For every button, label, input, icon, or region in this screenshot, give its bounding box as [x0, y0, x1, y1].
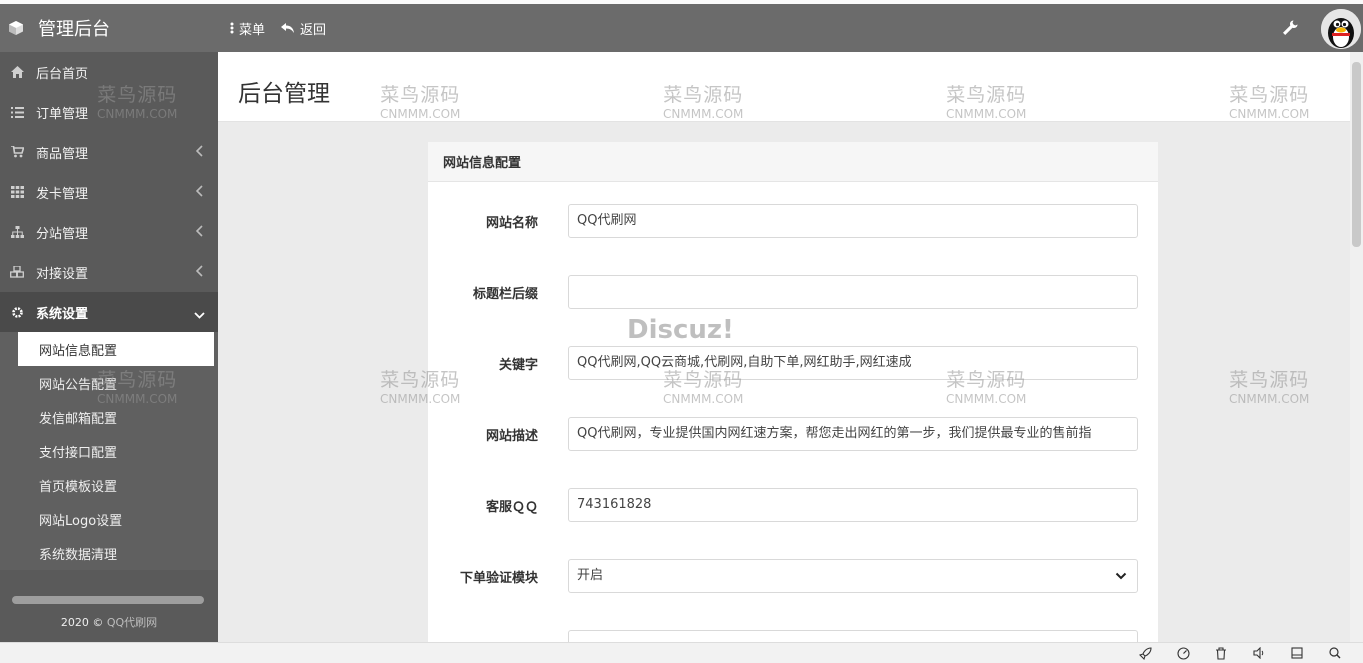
speaker-icon[interactable]	[1252, 646, 1266, 661]
wrench-icon[interactable]	[1281, 19, 1299, 37]
chevron-left-icon	[195, 185, 204, 199]
subitem-site-info[interactable]: 网站信息配置	[18, 332, 214, 366]
sidebar-item-orders[interactable]: 订单管理	[0, 92, 218, 132]
chevron-down-icon	[1115, 572, 1127, 580]
penguin-avatar-icon	[1321, 9, 1361, 49]
description-input[interactable]: QQ代刷网，专业提供国内网红速方案，帮您走出网红的第一步，我们提供最专业的售前指	[568, 417, 1138, 451]
zoom-icon[interactable]	[1328, 647, 1342, 661]
grid-icon	[10, 185, 24, 199]
window-icon[interactable]	[1290, 647, 1304, 661]
menu-toggle-button[interactable]: 菜单	[230, 19, 265, 38]
form-row-description: 网站描述 QQ代刷网，专业提供国内网红速方案，帮您走出网红的第一步，我们提供最专…	[428, 417, 1158, 451]
site-name-input[interactable]: QQ代刷网	[568, 204, 1138, 238]
list-icon	[10, 105, 24, 119]
field-label: 标题栏后缀	[472, 287, 538, 302]
scrollbar-thumb[interactable]	[1352, 62, 1361, 247]
app-title: 管理后台	[38, 19, 110, 40]
chevron-left-icon	[195, 145, 204, 159]
trash-icon[interactable]	[1214, 647, 1228, 661]
cart-icon	[10, 145, 24, 159]
form-row-title-suffix: 标题栏后缀	[428, 275, 1158, 309]
sidebar-item-label: 后台首页	[36, 66, 89, 82]
page-header: 后台管理	[218, 52, 1350, 122]
top-nav: 菜单 返回	[230, 4, 326, 52]
sidebar-item-label: 发卡管理	[36, 186, 89, 202]
sidebar-footer: 2020 © QQ代刷网	[0, 614, 218, 630]
sidebar-item-products[interactable]: 商品管理	[0, 132, 218, 172]
service-qq-input[interactable]: 743161828	[568, 488, 1138, 522]
avatar[interactable]	[1321, 9, 1361, 49]
sidebar-item-integration[interactable]: 对接设置	[0, 252, 218, 292]
cubes-icon	[10, 265, 24, 279]
order-verify-select[interactable]: 开启	[568, 559, 1138, 593]
card-title: 网站信息配置	[428, 142, 1158, 182]
sidebar-item-cards[interactable]: 发卡管理	[0, 172, 218, 212]
form-row-site-name: 网站名称 QQ代刷网	[428, 204, 1158, 238]
sidebar-item-label: 对接设置	[36, 266, 89, 282]
system-settings-submenu: 网站信息配置 网站公告配置 发信邮箱配置 支付接口配置 首页模板设置 网站Log…	[0, 332, 218, 570]
back-label: 返回	[300, 22, 327, 38]
sidebar: 后台首页 订单管理 商品管理 发卡管理 分站管理 对接设置 系统设置 网站信息配…	[0, 52, 218, 663]
keywords-input[interactable]: QQ代刷网,QQ云商城,代刷网,自助下单,网红助手,网红速成	[568, 346, 1138, 380]
chevron-left-icon	[195, 225, 204, 239]
subitem-logo-settings[interactable]: 网站Logo设置	[0, 502, 218, 536]
subitem-data-cleanup[interactable]: 系统数据清理	[0, 536, 218, 570]
menu-label: 菜单	[239, 22, 266, 38]
form-row-keywords: 关键字 QQ代刷网,QQ云商城,代刷网,自助下单,网红助手,网红速成	[428, 346, 1158, 380]
form-row-order-verify: 下单验证模块 开启	[428, 559, 1158, 593]
footer-copyright: 2020 ©	[60, 616, 104, 629]
subitem-site-notice[interactable]: 网站公告配置	[0, 366, 218, 400]
speed-icon[interactable]	[1176, 647, 1190, 661]
top-bar: 管理后台 菜单 返回	[0, 4, 1363, 52]
field-label: 下单验证模块	[459, 571, 538, 586]
chevron-left-icon	[195, 265, 204, 279]
field-label: 网站名称	[485, 216, 538, 231]
sidebar-item-label: 分站管理	[36, 226, 89, 242]
sitemap-icon	[10, 225, 24, 239]
form-row-service-qq: 客服ＱＱ 743161828	[428, 488, 1158, 522]
sidebar-item-label: 商品管理	[36, 146, 89, 162]
subitem-mail-config[interactable]: 发信邮箱配置	[0, 400, 218, 434]
field-label: 客服ＱＱ	[485, 500, 538, 515]
page-title: 后台管理	[238, 81, 330, 107]
back-button[interactable]: 返回	[281, 19, 326, 38]
cube-icon	[9, 21, 23, 35]
watermark: 菜鸟源码 CNMMM.COM	[1229, 369, 1310, 406]
sidebar-item-label: 订单管理	[36, 106, 89, 122]
sidebar-item-label: 系统设置	[36, 306, 89, 322]
select-value: 开启	[577, 568, 604, 583]
sidebar-item-dashboard[interactable]: 后台首页	[0, 52, 218, 92]
chevron-down-icon	[194, 308, 206, 319]
subitem-homepage-template[interactable]: 首页模板设置	[0, 468, 218, 502]
page-scrollbar[interactable]	[1350, 52, 1363, 642]
sidebar-item-substations[interactable]: 分站管理	[0, 212, 218, 252]
sidebar-scrollbar[interactable]	[12, 596, 204, 604]
field-label: 网站描述	[485, 429, 538, 444]
reply-icon	[281, 23, 295, 33]
brand[interactable]: 管理后台	[0, 4, 218, 52]
rocket-icon[interactable]	[1138, 647, 1152, 661]
footer-link[interactable]: QQ代刷网	[107, 616, 157, 629]
title-suffix-input[interactable]	[568, 275, 1138, 309]
sidebar-item-system-settings[interactable]: 系统设置	[0, 292, 218, 332]
bottom-toolbar	[0, 642, 1363, 663]
ellipsis-vertical-icon	[230, 22, 234, 34]
subitem-payment-config[interactable]: 支付接口配置	[0, 434, 218, 468]
gear-icon	[10, 305, 24, 319]
field-label: 关键字	[498, 358, 538, 373]
site-info-card: 网站信息配置 网站名称 QQ代刷网 标题栏后缀 关键字 QQ代刷网,QQ云商城,…	[428, 142, 1158, 663]
home-icon	[10, 65, 24, 79]
